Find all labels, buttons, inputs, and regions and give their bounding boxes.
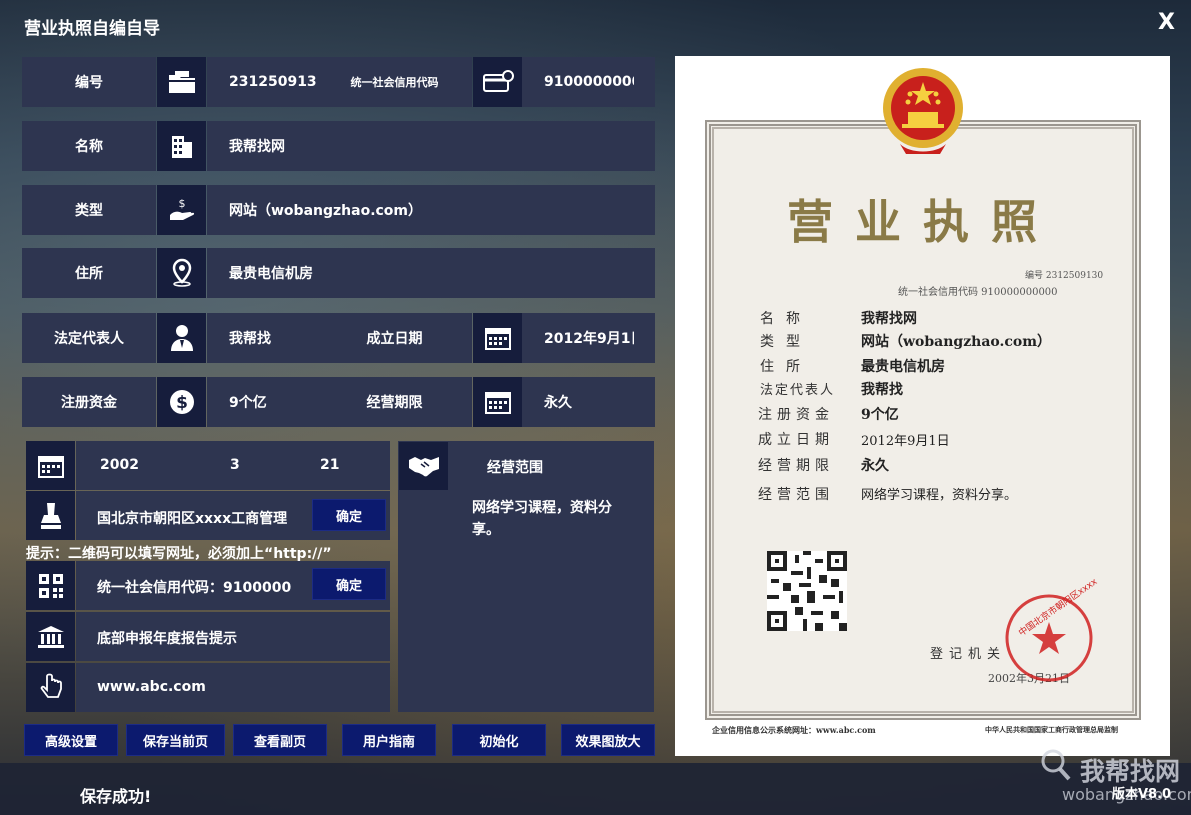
cert-label-type: 类型 bbox=[760, 334, 812, 350]
cert-footer-left: 企业信用信息公示系统网址：www.abc.com bbox=[712, 725, 876, 735]
established-input[interactable]: 2012年9月1日 bbox=[522, 313, 634, 363]
authority-confirm-button[interactable]: 确定 bbox=[312, 499, 386, 531]
legal-rep-input[interactable]: 我帮找 bbox=[207, 313, 317, 363]
year-input[interactable]: 2002 bbox=[100, 457, 139, 473]
certificate-number: 编号 2312509130 bbox=[1025, 271, 1104, 281]
date-row: 2002 3 21 bbox=[76, 441, 390, 490]
address-input[interactable]: 最贵电信机房 bbox=[207, 248, 655, 298]
certificate-title: 营业执照 bbox=[787, 195, 1059, 249]
name-label: 名称 bbox=[22, 121, 156, 171]
cert-label-name: 名称 bbox=[760, 311, 812, 327]
status-message: 保存成功! bbox=[80, 787, 152, 806]
bank-icon bbox=[26, 612, 75, 661]
svg-text:$: $ bbox=[176, 393, 188, 413]
legal-rep-label: 法定代表人 bbox=[22, 313, 156, 363]
zoom-preview-button[interactable]: 效果图放大 bbox=[561, 724, 655, 756]
advanced-settings-button[interactable]: 高级设置 bbox=[24, 724, 118, 756]
cert-authority-label: 登记机关 bbox=[930, 647, 1007, 662]
cert-label-scope: 经营范围 bbox=[758, 487, 834, 503]
cert-label-address: 住所 bbox=[760, 359, 812, 375]
building-icon bbox=[157, 121, 206, 171]
close-button[interactable]: X bbox=[1158, 10, 1175, 35]
month-input[interactable]: 3 bbox=[230, 457, 240, 473]
qrcode-image bbox=[767, 551, 847, 631]
established-label: 成立日期 bbox=[317, 313, 472, 363]
scope-label: 经营范围 bbox=[487, 460, 543, 476]
view-secondary-page-button[interactable]: 查看副页 bbox=[233, 724, 327, 756]
title-bar: 营业执照自编自导 X bbox=[0, 0, 1191, 50]
cert-label-term: 经营期限 bbox=[758, 458, 834, 474]
magnifier-icon bbox=[1040, 748, 1071, 781]
number-input[interactable]: 2312509130 bbox=[207, 57, 317, 107]
capital-label: 注册资金 bbox=[22, 377, 156, 427]
type-input[interactable]: 网站（wobangzhao.com） bbox=[207, 185, 655, 235]
credit-code-padding bbox=[634, 57, 655, 107]
cert-value-legal-rep: 我帮找 bbox=[861, 382, 903, 398]
address-label: 住所 bbox=[22, 248, 156, 298]
qrcode-icon bbox=[26, 561, 75, 610]
cert-value-scope: 网络学习课程，资料分享。 bbox=[861, 488, 1018, 503]
cert-value-term: 永久 bbox=[861, 458, 889, 474]
type-label: 类型 bbox=[22, 185, 156, 235]
cert-label-capital: 注册资金 bbox=[758, 407, 834, 423]
qr-confirm-button[interactable]: 确定 bbox=[312, 568, 386, 600]
term-label: 经营期限 bbox=[317, 377, 472, 427]
website-input[interactable]: www.abc.com bbox=[97, 679, 206, 695]
term-input[interactable]: 永久 bbox=[522, 377, 655, 427]
number-label: 编号 bbox=[22, 57, 156, 107]
qr-hint: 提示：二维码可以填写网址，必须加上“http://” bbox=[26, 546, 332, 562]
bottom-notice-input[interactable]: 底部申报年度报告提示 bbox=[97, 628, 237, 648]
scope-input[interactable]: 网络学习课程，资料分享。 bbox=[472, 497, 632, 541]
cert-value-type: 网站（wobangzhao.com） bbox=[861, 334, 1052, 350]
user-guide-button[interactable]: 用户指南 bbox=[342, 724, 436, 756]
cert-value-capital: 9个亿 bbox=[861, 407, 899, 423]
cert-value-address: 最贵电信机房 bbox=[861, 359, 945, 375]
location-pin-icon bbox=[157, 248, 206, 298]
cert-footer-right: 中华人民共和国国家工商行政管理总局监制 bbox=[985, 725, 1118, 734]
save-page-button[interactable]: 保存当前页 bbox=[126, 724, 225, 756]
dollar-coin-icon: $ bbox=[157, 377, 206, 427]
calendar-icon bbox=[473, 377, 522, 427]
calendar-icon bbox=[473, 313, 522, 363]
window-title: 营业执照自编自导 bbox=[24, 19, 160, 39]
day-input[interactable]: 21 bbox=[320, 457, 339, 473]
authority-input[interactable]: 国北京市朝阳区xxxx工商管理 bbox=[97, 508, 287, 528]
status-bar bbox=[0, 763, 1191, 815]
cert-label-established: 成立日期 bbox=[758, 432, 834, 448]
national-emblem-icon bbox=[880, 64, 966, 160]
credit-code-label: 统一社会信用代码 bbox=[317, 57, 472, 107]
name-input[interactable]: 我帮找网 bbox=[207, 121, 655, 171]
qr-input[interactable]: 统一社会信用代码：9100000 bbox=[97, 577, 291, 597]
handshake-icon bbox=[399, 442, 448, 490]
stamp-icon bbox=[26, 491, 75, 540]
scope-panel: 经营范围 网络学习课程，资料分享。 bbox=[398, 441, 654, 712]
card-icon bbox=[473, 57, 522, 107]
version-label: 版本V8.0 bbox=[1112, 787, 1172, 802]
certificate-credit-code: 统一社会信用代码 910000000000 bbox=[898, 287, 1058, 298]
svg-text:$: $ bbox=[178, 197, 185, 210]
website-row: www.abc.com bbox=[76, 663, 390, 712]
credit-code-input[interactable]: 9100000000 bbox=[522, 57, 634, 107]
initialize-button[interactable]: 初始化 bbox=[452, 724, 546, 756]
money-hand-icon: $ bbox=[157, 185, 206, 235]
pointer-hand-icon bbox=[26, 663, 75, 712]
folder-icon bbox=[157, 57, 206, 107]
person-icon bbox=[157, 313, 206, 363]
capital-input[interactable]: 9个亿 bbox=[207, 377, 317, 427]
calendar-icon bbox=[26, 441, 75, 490]
cert-value-established: 2012年9月1日 bbox=[861, 434, 950, 449]
cert-value-name: 我帮找网 bbox=[861, 311, 917, 327]
notice-row: 底部申报年度报告提示 bbox=[76, 612, 390, 661]
established-padding bbox=[634, 313, 655, 363]
cert-label-legal-rep: 法定代表人 bbox=[760, 383, 836, 398]
